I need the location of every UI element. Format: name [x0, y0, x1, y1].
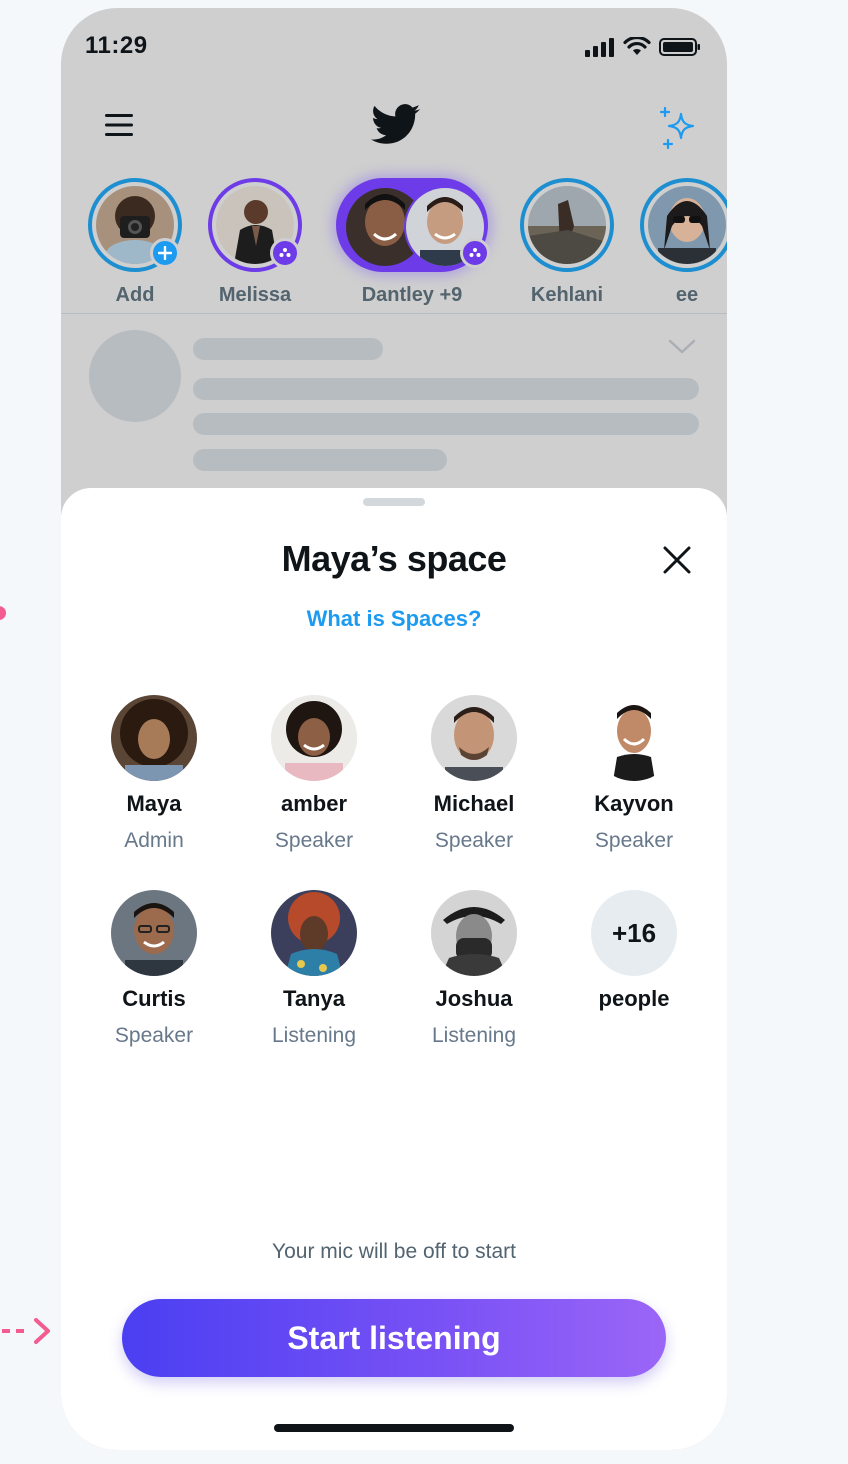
annotation-dot	[0, 606, 6, 620]
fleet-melissa[interactable]: Melissa	[206, 178, 304, 308]
sparkle-icon[interactable]	[657, 106, 701, 150]
participant[interactable]: Kayvon Speaker	[554, 695, 714, 865]
spaces-badge	[460, 238, 490, 268]
home-indicator	[274, 1424, 514, 1432]
fleet-label: Add	[115, 284, 155, 306]
add-badge	[150, 238, 180, 268]
fleet-label: Kehlani	[530, 284, 604, 306]
avatar	[271, 890, 357, 976]
avatar	[591, 695, 677, 781]
avatar	[271, 695, 357, 781]
participant-name: Curtis	[122, 986, 186, 1011]
avatar	[431, 890, 517, 976]
participant[interactable]: Michael Speaker	[394, 695, 554, 865]
participant-name: amber	[280, 791, 348, 816]
participant-name: Michael	[433, 791, 515, 816]
wifi-icon	[623, 37, 651, 55]
spaces-icon	[469, 248, 481, 257]
placeholder-avatar	[89, 330, 181, 422]
placeholder-line	[193, 378, 699, 400]
placeholder-line	[193, 338, 383, 360]
twitter-bird-icon[interactable]	[371, 104, 421, 146]
fleet-label: Dantley +9	[361, 284, 463, 306]
avatar	[111, 890, 197, 976]
phone-screen: 11:29 Add Melissa Dantley +9 Kehlani ee …	[61, 8, 727, 1450]
status-icons	[585, 36, 701, 58]
participant[interactable]: Curtis Speaker	[74, 890, 234, 1060]
participant-role: Speaker	[594, 829, 674, 852]
status-time: 11:29	[85, 32, 148, 59]
what-is-spaces-link[interactable]: What is Spaces?	[61, 606, 727, 632]
participant-role: Admin	[124, 829, 184, 852]
participant-role: Speaker	[114, 1024, 194, 1047]
more-label: people	[598, 986, 670, 1011]
signal-icon	[585, 38, 614, 57]
more-participants[interactable]: +16 people	[554, 890, 714, 1020]
spaces-badge	[270, 238, 300, 268]
placeholder-line	[193, 413, 699, 435]
participant-role: Speaker	[434, 829, 514, 852]
battery-icon	[659, 38, 700, 56]
participant-role: Speaker	[274, 829, 354, 852]
participant-name: Joshua	[435, 986, 513, 1011]
annotation-arrow-icon	[2, 1318, 50, 1344]
participant[interactable]: Joshua Listening	[394, 890, 554, 1060]
divider	[61, 313, 727, 314]
start-listening-button[interactable]: Start listening	[122, 1299, 666, 1377]
avatar	[431, 695, 517, 781]
fleet-label: Melissa	[218, 284, 292, 306]
fleet-label: ee	[675, 284, 699, 306]
participant-name: Tanya	[283, 986, 345, 1011]
close-icon[interactable]	[661, 544, 693, 576]
fleet-dantley[interactable]: Dantley +9	[336, 178, 490, 308]
participant-role: Listening	[431, 1024, 517, 1047]
chevron-down-icon[interactable]	[667, 336, 697, 356]
participant-name: Maya	[126, 791, 182, 816]
avatar	[648, 186, 726, 264]
spaces-icon	[279, 248, 291, 257]
fleet-kehlani[interactable]: Kehlani	[518, 178, 616, 308]
sheet-grabber[interactable]	[363, 498, 425, 506]
participant-name: Kayvon	[594, 791, 674, 816]
fleet-ee[interactable]: ee	[638, 178, 727, 308]
fleet-add[interactable]: Add	[86, 178, 184, 308]
space-title: Maya’s space	[281, 538, 507, 579]
participant[interactable]: amber Speaker	[234, 695, 394, 865]
more-count: +16	[591, 890, 677, 976]
participant[interactable]: Tanya Listening	[234, 890, 394, 1060]
participant-role: Listening	[271, 1024, 357, 1047]
fleets-row: Add Melissa Dantley +9 Kehlani ee	[61, 178, 727, 316]
hamburger-menu-icon[interactable]	[105, 112, 135, 138]
placeholder-line	[193, 449, 447, 471]
mic-note: Your mic will be off to start	[272, 1240, 516, 1263]
avatar	[528, 186, 606, 264]
space-sheet: Maya’s space What is Spaces? Maya Admin	[61, 488, 727, 1450]
participant[interactable]: Maya Admin	[74, 695, 234, 865]
plus-icon	[158, 246, 172, 260]
avatar	[111, 695, 197, 781]
